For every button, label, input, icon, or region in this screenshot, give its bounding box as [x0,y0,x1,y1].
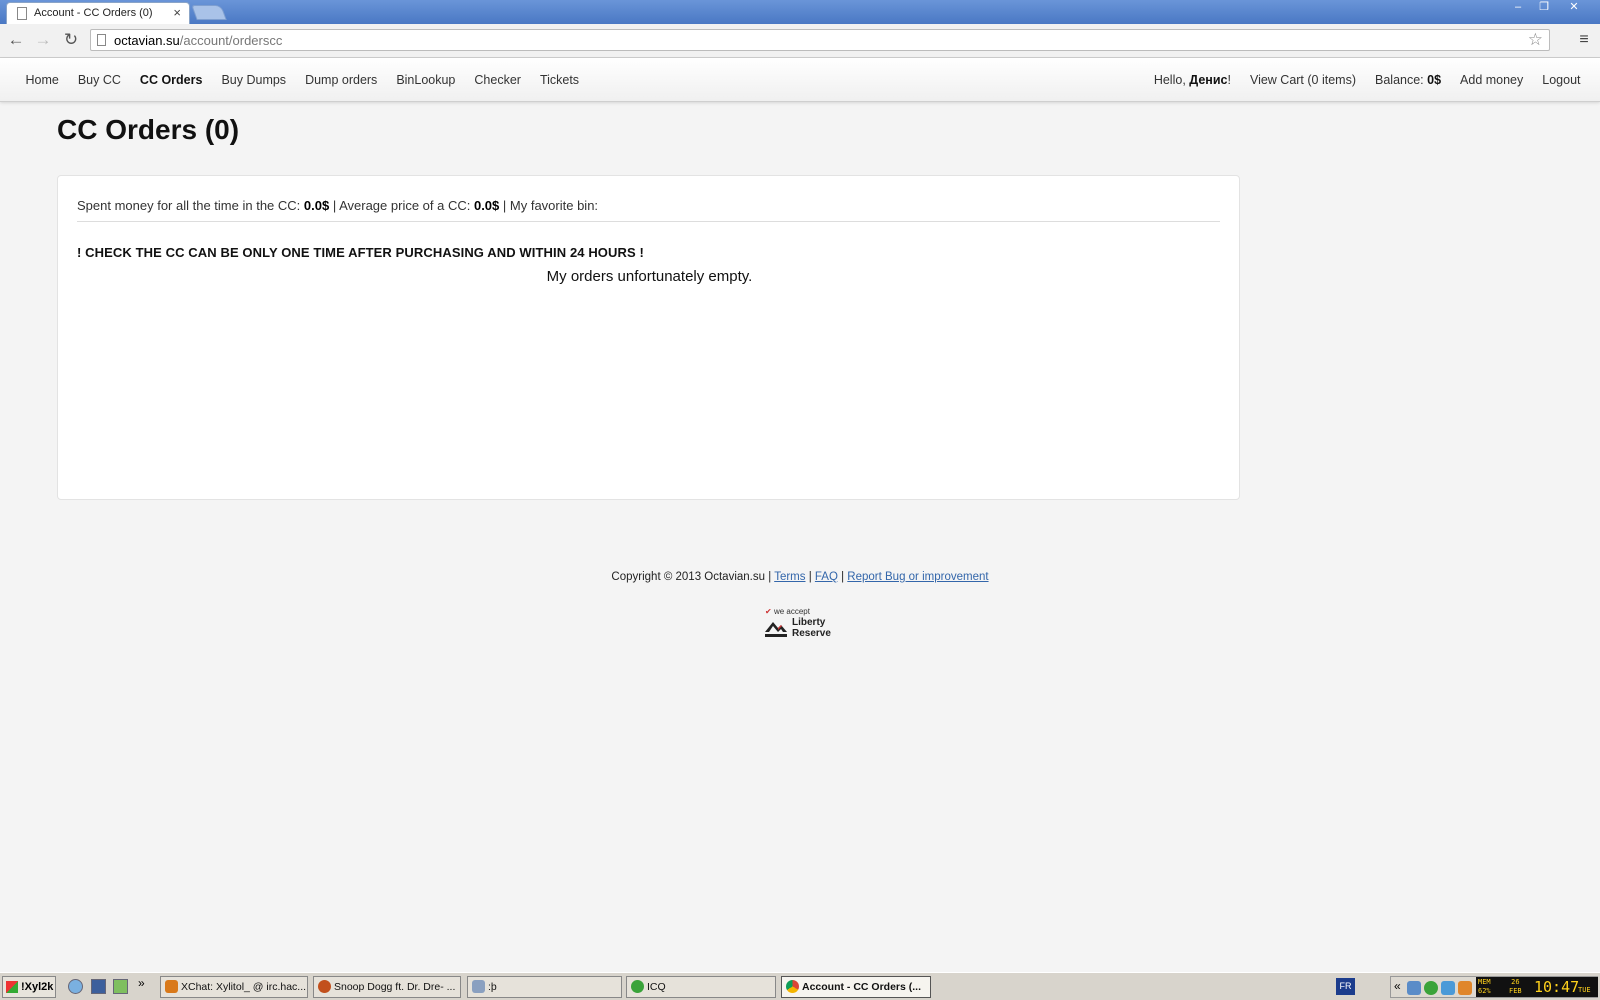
paint-quicklaunch-icon[interactable] [113,979,128,994]
time-readout: 10:47 [1534,978,1580,996]
language-indicator[interactable]: FR [1336,978,1355,995]
xchat-icon [165,980,178,993]
windows-taskbar: !Xyl2k » XChat: Xylitol_ @ irc.hac... Sn… [0,972,1600,1000]
badge-accept-text: ✔ we accept [765,607,810,616]
report-bug-link[interactable]: Report Bug or improvement [847,571,988,583]
check-warning: ! CHECK THE CC CAN BE ONLY ONE TIME AFTE… [77,245,644,260]
nav-checker[interactable]: Checker [465,73,531,87]
weekday-readout: TUE [1578,986,1591,994]
firefox-icon [318,980,331,993]
ie-quicklaunch-icon[interactable] [68,979,83,994]
start-button[interactable]: !Xyl2k [2,976,56,998]
copyright-text: Copyright © 2013 Octavian.su | [611,571,775,583]
site-navbar: Home Buy CC CC Orders Buy Dumps Dump ord… [0,58,1600,102]
nav-left: Home Buy CC CC Orders Buy Dumps Dump ord… [16,58,589,102]
icq-icon [631,980,644,993]
divider [77,221,1220,222]
restore-icon[interactable]: ❐ [1532,0,1556,16]
close-window-icon[interactable]: ✕ [1562,0,1586,16]
clock-widget[interactable]: MEM 62% 26 FEB 10:47 TUE [1476,977,1598,997]
task-icq[interactable]: ICQ [626,976,776,998]
nav-buy-cc[interactable]: Buy CC [68,73,130,87]
tab-close-icon[interactable]: × [173,5,181,20]
chrome-menu-icon[interactable]: ≡ [1574,28,1594,52]
task-folder[interactable]: :þ [467,976,622,998]
network-tray-icon[interactable] [1407,981,1421,995]
desktop-quicklaunch-icon[interactable] [91,979,106,994]
browser-tab-active[interactable]: Account - CC Orders (0) × [6,2,190,24]
view-cart-link[interactable]: View Cart (0 items) [1240,73,1365,87]
bookmark-star-icon[interactable]: ☆ [1528,30,1543,50]
nav-cc-orders[interactable]: CC Orders [130,73,212,87]
spending-stats: Spent money for all the time in the CC: … [77,198,599,213]
address-bar[interactable]: octavian.su/account/orderscc ☆ [90,29,1550,51]
nav-tickets[interactable]: Tickets [530,73,588,87]
orders-panel: Spent money for all the time in the CC: … [57,175,1240,500]
minimize-icon[interactable]: – [1506,0,1530,16]
chrome-icon [786,980,799,993]
liberty-reserve-logo-icon [765,622,787,637]
start-icon [6,981,18,993]
balance-value: 0$ [1427,73,1442,87]
cloud-tray-icon[interactable] [1441,981,1455,995]
terms-link[interactable]: Terms [774,571,805,583]
spent-value: 0.0$ [303,198,330,213]
nav-binlookup[interactable]: BinLookup [387,73,465,87]
folder-icon [472,980,485,993]
task-chrome[interactable]: Account - CC Orders (... [781,976,931,998]
faq-link[interactable]: FAQ [815,571,838,583]
user-name: Денис [1189,73,1228,87]
back-icon[interactable]: ← [5,29,27,51]
nav-buy-dumps[interactable]: Buy Dumps [212,73,296,87]
tab-title: Account - CC Orders (0) [34,7,153,19]
forward-icon[interactable]: → [32,29,54,51]
page-title: CC Orders (0) [57,114,240,145]
url-text: octavian.su/account/orderscc [114,33,283,48]
browser-toolbar: ← → ↻ octavian.su/account/orderscc ☆ ≡ [0,24,1600,58]
check-icon: ✔ [765,607,772,616]
xchat-tray-icon[interactable] [1458,981,1472,995]
badge-brand-text: Liberty Reserve [792,617,831,639]
page-icon [17,7,27,20]
footer: Copyright © 2013 Octavian.su | Terms | F… [611,571,989,583]
date-readout: 26 FEB [1509,978,1522,995]
balance-display: Balance: 0$ [1375,73,1442,87]
logout-link[interactable]: Logout [1533,73,1590,87]
average-price-value: 0.0$ [473,198,500,213]
new-tab-button[interactable] [191,5,227,20]
task-firefox[interactable]: Snoop Dogg ft. Dr. Dre- ... [313,976,461,998]
empty-orders-message: My orders unfortunately empty. [546,268,753,285]
icq-tray-icon[interactable] [1424,981,1438,995]
add-money-link[interactable]: Add money [1451,73,1533,87]
page-info-icon [97,34,106,46]
quicklaunch-more-icon[interactable]: » [138,976,145,990]
nav-dump-orders[interactable]: Dump orders [296,73,387,87]
nav-home[interactable]: Home [16,73,68,87]
memory-readout: MEM 62% [1478,978,1491,995]
reload-icon[interactable]: ↻ [60,29,82,51]
nav-right: Hello, Денис! View Cart (0 items) Balanc… [1144,58,1590,102]
task-xchat[interactable]: XChat: Xylitol_ @ irc.hac... [160,976,308,998]
liberty-reserve-badge: ✔ we accept Liberty Reserve [765,607,837,643]
browser-titlebar: Account - CC Orders (0) × – ❐ ✕ [0,0,1600,24]
user-greeting: Hello, Денис! [1153,73,1231,87]
tray-expand-icon[interactable]: « [1394,979,1401,993]
